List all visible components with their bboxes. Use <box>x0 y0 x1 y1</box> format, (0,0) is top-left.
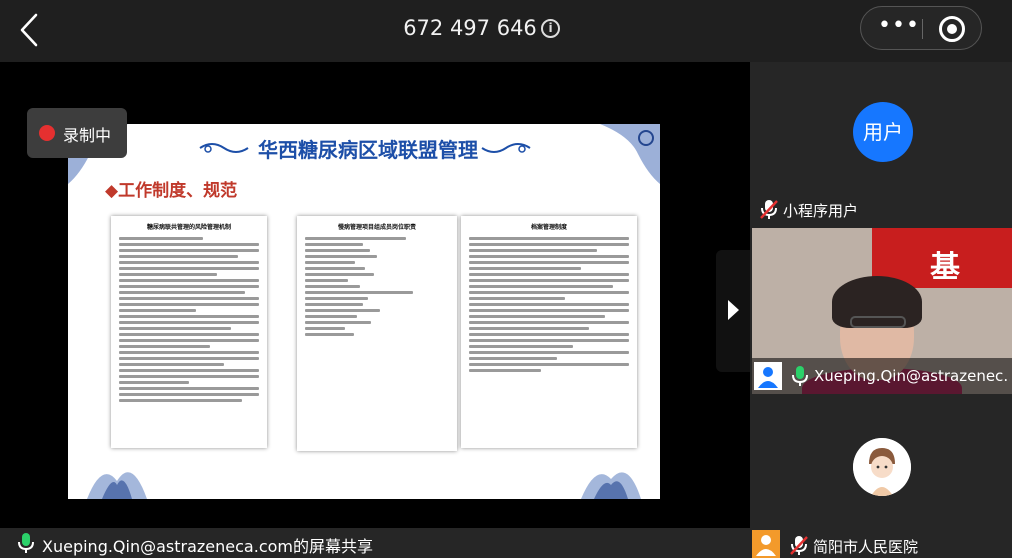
participant-avatar[interactable] <box>853 438 911 496</box>
microphone-icon <box>18 533 34 553</box>
mini-program-capsule: ••• <box>860 6 982 50</box>
shared-slide: 华西糖尿病区域联盟管理 ◆工作制度、规范 糖尿病联共管理的风险管理机制 慢病管理… <box>68 124 660 499</box>
screen-share-owner: Xueping.Qin@astrazeneca.com的屏幕共享 <box>42 537 373 556</box>
swirl-ornament-icon <box>199 143 249 153</box>
document-page: 糖尿病联共管理的风险管理机制 <box>111 216 267 448</box>
blue-porcelain-corner-icon <box>600 124 660 184</box>
more-dots-icon[interactable]: ••• <box>877 15 921 41</box>
participant-name: 小程序用户 <box>783 202 859 220</box>
user-avatar-icon <box>754 362 782 390</box>
target-close-icon[interactable] <box>939 16 965 42</box>
meeting-id: 672 497 646 <box>403 16 537 40</box>
document-page: 档案管理制度 <box>461 216 637 448</box>
lotus-decoration-icon <box>87 472 147 499</box>
cartoon-girl-icon <box>853 438 911 496</box>
video-label-bar: Xueping.Qin@astrazenec… <box>752 358 1012 394</box>
document-title: 档案管理制度 <box>530 224 567 231</box>
expand-participants-button[interactable] <box>716 250 750 372</box>
lotus-decoration-icon <box>581 472 641 499</box>
participant-name: 简阳市人民医院 <box>813 538 919 556</box>
recording-label: 录制中 <box>63 126 112 145</box>
microphone-icon <box>792 366 808 386</box>
capsule-divider <box>922 19 923 39</box>
back-chevron-icon[interactable] <box>14 12 44 48</box>
participant-name: Xueping.Qin@astrazenec… <box>814 367 1010 385</box>
swirl-ornament-icon <box>481 143 531 153</box>
recording-indicator: 录制中 <box>27 108 127 158</box>
banner-text: 基 <box>930 250 960 285</box>
document-page: 慢病管理项目组成员岗位职责 <box>297 216 457 451</box>
microphone-off-icon <box>760 200 778 219</box>
slide-section-title: ◆工作制度、规范 <box>105 181 238 201</box>
slide-title: 华西糖尿病区域联盟管理 <box>258 138 478 162</box>
screen-share-label-bar: Xueping.Qin@astrazeneca.com的屏幕共享 <box>0 528 750 558</box>
top-bar: 672 497 646 i ••• <box>0 0 1012 62</box>
user-avatar-icon <box>752 530 780 558</box>
microphone-off-icon <box>790 536 808 555</box>
glasses <box>850 316 906 328</box>
info-icon[interactable]: i <box>541 19 560 38</box>
document-title: 糖尿病联共管理的风险管理机制 <box>146 224 231 231</box>
participant-avatar[interactable]: 用户 <box>853 102 913 162</box>
chevron-right-icon <box>728 300 739 320</box>
record-dot-icon <box>39 125 55 141</box>
document-title: 慢病管理项目组成员岗位职责 <box>337 224 416 231</box>
